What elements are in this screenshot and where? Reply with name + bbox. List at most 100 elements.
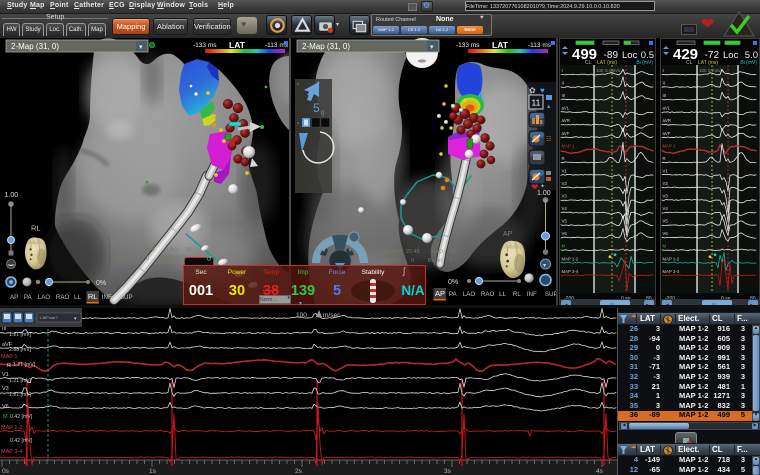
svg-text:V2: V2 [663,181,669,186]
svg-text:4s: 4s [596,468,604,475]
svg-text:1.21 [mV]: 1.21 [mV] [9,392,32,398]
svg-text:Volume 20.48 LAO: Volume 20.48 LAO 50 ° [118,247,195,253]
svg-text:RAO: RAO [481,291,495,298]
svg-text:V6: V6 [663,231,669,236]
svg-text:SUP: SUP [545,291,556,298]
svg-text:aVR: aVR [663,118,671,123]
svg-text:II: II [663,81,665,86]
svg-text:LAT: LAT [229,40,246,50]
svg-text:Volume 20.48 LAO: Volume 20.48 LAO 50 ° [383,249,460,255]
svg-text:100 S mm/s…: 100 S mm/s… [699,68,728,73]
svg-text:MAP 1-2: MAP 1-2 [1,425,22,431]
svg-text:aVL: aVL [663,106,671,111]
svg-text:2.85 [mV]: 2.85 [mV] [9,347,32,353]
svg-text:▲: ▲ [546,104,551,110]
svg-text:M: M [3,414,8,420]
svg-text:MAP 1-2: MAP 1-2 [663,256,680,261]
svg-text:0.42 [mV]: 0.42 [mV] [10,414,33,420]
svg-text:MAP 1: MAP 1 [562,143,575,148]
svg-text:2-Map (31, 0): 2-Map (31, 0) [302,42,350,51]
svg-text:RAO: RAO [56,294,70,301]
svg-text:aVF: aVF [663,131,671,136]
svg-text:II: II [562,81,564,86]
svg-text:m/sec: m/sec [323,312,341,319]
svg-text:aVR: aVR [562,118,570,123]
svg-text:V5: V5 [663,219,669,224]
svg-text:MAP 3-4: MAP 3-4 [562,269,579,274]
svg-text:3s: 3s [444,468,452,475]
svg-text:aVF: aVF [562,131,570,136]
svg-text:-113 ms: -113 ms [528,42,552,49]
svg-text:100 S mm/s…: 100 S mm/s… [596,68,625,73]
svg-text:V1: V1 [2,372,9,378]
svg-text:INF: INF [527,291,537,298]
svg-text:▾: ▾ [430,44,434,51]
svg-text:M: M [663,244,667,249]
svg-text:0.42 [mV]: 0.42 [mV] [10,438,33,444]
svg-text:▾: ▾ [139,44,143,51]
svg-text:RL: RL [513,291,521,298]
svg-text:V1: V1 [562,168,568,173]
svg-text:AP: AP [503,231,513,238]
svg-text:V6: V6 [562,231,568,236]
svg-text:✿: ✿ [529,86,536,95]
svg-text:1.21 [mV]: 1.21 [mV] [9,332,32,338]
svg-text:LL: LL [499,291,506,298]
svg-text:PA: PA [24,294,33,301]
svg-text:PA: PA [449,291,458,298]
svg-text:R: R [7,363,11,369]
svg-text:0%: 0% [448,279,458,286]
svg-text:x: x [297,120,299,125]
svg-text:LAO: LAO [463,291,476,298]
svg-text:AP: AP [10,294,18,301]
svg-text:100: 100 [296,312,307,319]
svg-text:V4: V4 [562,206,568,211]
svg-text:I: I [663,68,664,73]
svg-text:Loc: Loc [723,50,739,61]
svg-text:♥: ♥ [540,86,545,95]
svg-text:0%: 0% [96,280,106,287]
svg-text:11: 11 [532,98,541,108]
svg-text:-133 ms: -133 ms [193,42,217,49]
svg-text:LAT: LAT [492,40,509,50]
svg-text:0s: 0s [2,468,10,475]
svg-text:2-Map (31, 0): 2-Map (31, 0) [11,42,59,51]
svg-text:MAP 3-4: MAP 3-4 [1,449,22,455]
svg-text:MAP 3-4: MAP 3-4 [663,269,680,274]
svg-text:LAO: LAO [38,294,51,301]
svg-text:RL: RL [31,224,41,233]
svg-text:III: III [663,93,667,98]
svg-text:Cranial 0 Bevel: Cranial 0 Bevel 0 ° [118,256,191,262]
svg-text:I: I [562,68,563,73]
svg-text:LL: LL [74,294,81,301]
svg-text:1.00: 1.00 [5,192,19,199]
svg-text:M: M [562,244,566,249]
svg-text:V3: V3 [2,386,9,392]
svg-text:1s: 1s [149,468,157,475]
svg-text:III: III [562,93,566,98]
svg-text:1.21 [mV]: 1.21 [mV] [9,378,32,384]
svg-text:V5: V5 [562,219,568,224]
svg-text:5: 5 [313,101,320,115]
svg-text:V4: V4 [663,206,669,211]
svg-text:V6: V6 [2,404,9,410]
svg-text:RL: RL [88,292,98,301]
svg-text:MAP 1: MAP 1 [1,354,17,360]
svg-text:V3: V3 [663,194,669,199]
svg-text:1-BiPolar?: 1-BiPolar? [39,315,58,320]
svg-text:1.21 [mV]: 1.21 [mV] [13,362,36,368]
svg-text:aVL: aVL [562,106,570,111]
svg-text:☷: ☷ [546,136,551,143]
svg-text:AP: AP [435,289,445,298]
svg-text:x: x [297,81,299,86]
svg-text:V2: V2 [562,181,568,186]
svg-text:R: R [663,156,666,161]
svg-text:1.00: 1.00 [537,190,551,197]
svg-text:MAP 1: MAP 1 [663,143,676,148]
svg-text:V1: V1 [663,168,669,173]
svg-text:MAP 1-2: MAP 1-2 [562,256,579,261]
svg-text:g: g [321,110,324,116]
svg-text:R: R [562,156,565,161]
svg-text:-133 ms: -133 ms [456,42,480,49]
svg-text:INF: INF [102,294,112,301]
